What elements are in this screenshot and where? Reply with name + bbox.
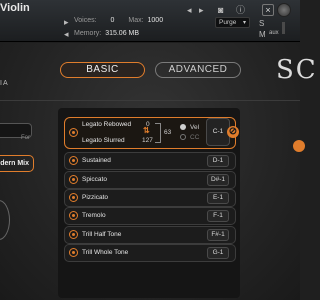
articulation-keyswitch[interactable]: E-1 <box>207 192 229 204</box>
voices-label: Voices: <box>74 17 97 24</box>
articulation-radio[interactable] <box>69 156 78 165</box>
articulation-radio[interactable] <box>69 248 78 257</box>
disable-icon[interactable]: ⊘ <box>227 126 239 138</box>
voices-value: 0 <box>110 17 115 24</box>
articulation-label: Trill Whole Tone <box>82 249 129 256</box>
section-divider <box>0 100 300 101</box>
velocity-radio[interactable] <box>180 124 186 130</box>
tune-knob[interactable] <box>277 3 291 17</box>
range-bracket <box>155 123 161 143</box>
camera-icon[interactable]: ◙ <box>218 5 223 15</box>
mute-button[interactable]: M <box>259 30 266 39</box>
cc-radio[interactable] <box>180 134 186 140</box>
articulation-keyswitch[interactable]: F-1 <box>207 210 229 222</box>
aux-label[interactable]: aux <box>269 30 279 36</box>
articulation-radio[interactable] <box>69 211 78 220</box>
legato-rebowed-label: Legato Rebowed <box>82 121 132 128</box>
swap-icon[interactable]: ⇅ <box>143 126 150 135</box>
instrument-name[interactable]: Violin <box>0 2 30 14</box>
memory-label: Memory: <box>74 30 102 37</box>
articulation-keyswitch[interactable]: F#-1 <box>207 229 229 241</box>
output-icon: ◂ <box>64 29 69 39</box>
modern-mix-button[interactable]: dern Mix <box>0 155 34 172</box>
right-knob-indicator[interactable] <box>293 140 305 152</box>
prev-instrument-icon[interactable]: ◂ <box>187 5 192 15</box>
articulation-row[interactable]: Sustained D-1 <box>64 152 236 170</box>
articulation-row[interactable]: Trill Whole Tone G-1 <box>64 244 236 262</box>
articulation-radio[interactable] <box>69 193 78 202</box>
purge-label: Purge <box>219 19 237 26</box>
articulation-row[interactable]: Trill Half Tone F#-1 <box>64 226 236 244</box>
articulation-label: Spiccato <box>82 176 107 183</box>
tab-advanced[interactable]: ADVANCED <box>155 62 241 78</box>
preset-field-suffix: For <box>21 135 30 141</box>
articulation-label: Pizzicato <box>82 194 109 201</box>
articulation-label: Sustained <box>82 157 111 164</box>
next-instrument-icon[interactable]: ▸ <box>199 5 204 15</box>
instrument-header: Violin ▸ Voices: 0 Max: 1000 ◂ Memory: 3… <box>0 0 300 42</box>
articulation-keyswitch[interactable]: D-1 <box>207 155 229 167</box>
chevron-down-icon: ▾ <box>242 20 246 26</box>
solo-button[interactable]: S <box>259 19 264 28</box>
brand-text: IA <box>0 80 9 87</box>
memory-readout: Memory: 315.06 MB <box>74 30 139 37</box>
articulation-label: Tremolo <box>82 212 106 219</box>
close-instrument-button[interactable]: × <box>262 4 274 16</box>
cc-label: CC <box>190 134 200 141</box>
legato-slurred-label: Legato Slurred <box>82 137 125 144</box>
articulation-radio[interactable] <box>69 230 78 239</box>
articulation-label: Trill Half Tone <box>82 231 122 238</box>
legato-slurred-value[interactable]: 127 <box>142 137 153 144</box>
max-label: Max: <box>128 17 144 24</box>
midi-icon: ▸ <box>64 17 69 27</box>
info-icon[interactable]: ⓘ <box>236 5 245 15</box>
legato-radio[interactable] <box>69 128 78 137</box>
voices-readout: Voices: 0 Max: 1000 <box>74 17 163 24</box>
articulation-row[interactable]: Spiccato D#-1 <box>64 171 236 189</box>
max-voices-value[interactable]: 1000 <box>148 17 164 24</box>
tab-basic[interactable]: BASIC <box>60 62 145 78</box>
articulation-radio[interactable] <box>69 175 78 184</box>
velocity-label: Vel <box>190 124 200 131</box>
articulation-keyswitch[interactable]: G-1 <box>207 247 229 259</box>
purge-dropdown[interactable]: Purge ▾ <box>215 17 250 28</box>
articulation-row[interactable]: Pizzicato E-1 <box>64 189 236 207</box>
articulation-row[interactable]: Tremolo F-1 <box>64 207 236 225</box>
memory-value: 315.06 MB <box>105 30 140 37</box>
output-level-meter <box>282 22 285 34</box>
product-logo: SC <box>276 55 318 85</box>
articulation-keyswitch[interactable]: D#-1 <box>207 174 229 186</box>
legato-threshold-value[interactable]: 63 <box>164 129 171 136</box>
